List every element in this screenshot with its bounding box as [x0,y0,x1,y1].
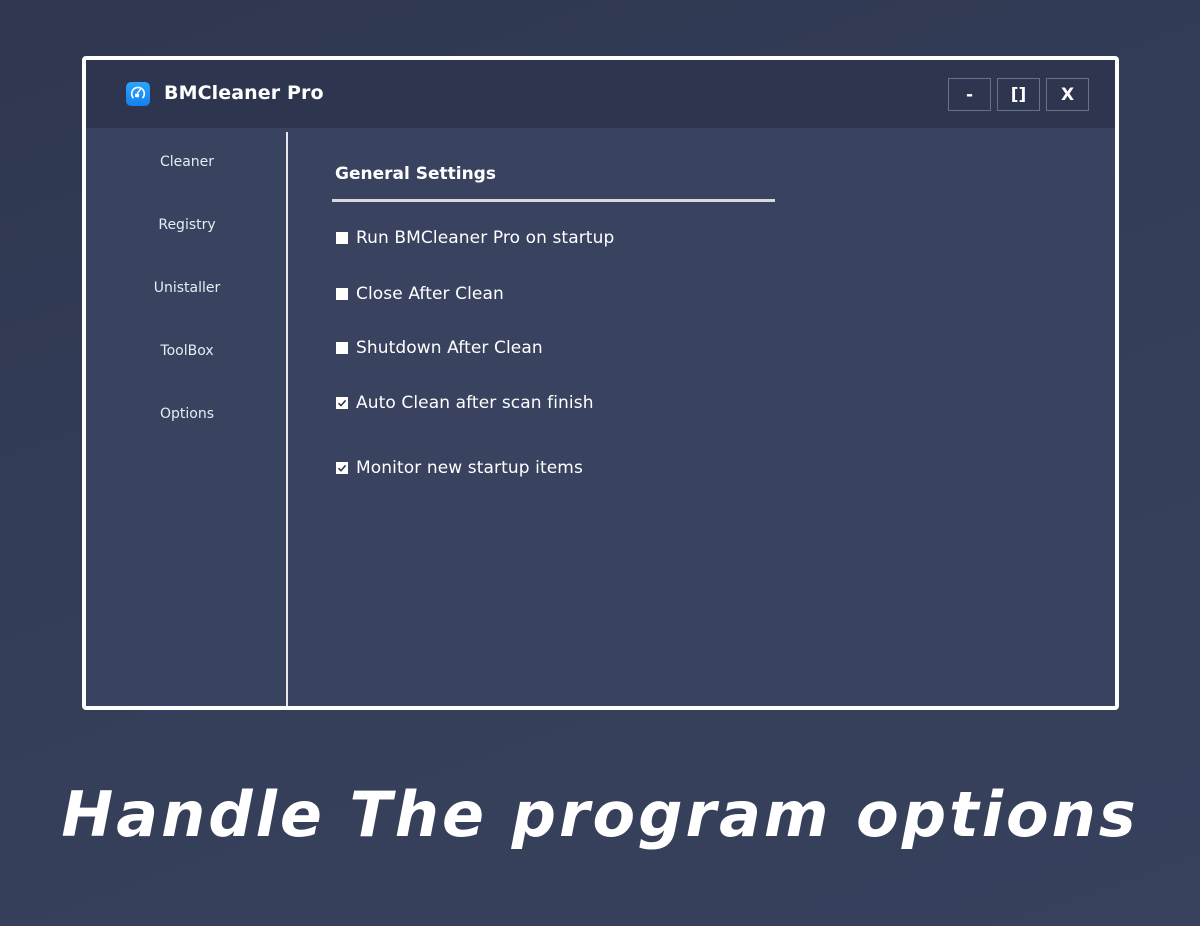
sidebar-item-cleaner[interactable]: Cleaner [88,154,286,170]
checkbox[interactable] [336,397,348,409]
sidebar-item-options[interactable]: Options [88,406,286,422]
minimize-button[interactable]: - [948,78,991,111]
section-title: General Settings [335,164,496,184]
settings-panel: General Settings Run BMCleaner Pro on st… [290,128,1115,706]
checkmark-icon [337,464,347,472]
sidebar-nav: Cleaner Registry Unistaller ToolBox Opti… [88,132,288,706]
close-button[interactable]: X [1046,78,1089,111]
maximize-button[interactable]: [] [997,78,1040,111]
checkmark-icon [337,399,347,407]
option-label: Shutdown After Clean [356,338,543,358]
checkbox[interactable] [336,288,348,300]
option-label: Monitor new startup items [356,458,583,478]
broom-gauge-icon [126,82,150,106]
checkbox[interactable] [336,342,348,354]
section-divider [332,199,775,202]
app-window: BMCleaner Pro - [] X Cleaner Registry Un… [82,56,1119,710]
promo-caption: Handle The program options [61,778,1139,851]
option-label: Run BMCleaner Pro on startup [356,228,615,248]
option-close-after-clean[interactable]: Close After Clean [336,284,504,304]
checkbox[interactable] [336,232,348,244]
option-run-on-startup[interactable]: Run BMCleaner Pro on startup [336,228,614,248]
option-shutdown-after-clean[interactable]: Shutdown After Clean [336,338,543,358]
title-bar[interactable]: BMCleaner Pro - [] X [86,60,1115,128]
option-label: Auto Clean after scan finish [356,393,594,413]
option-label: Close After Clean [356,284,504,304]
sidebar-item-registry[interactable]: Registry [88,217,286,233]
option-monitor-startup[interactable]: Monitor new startup items [336,458,583,478]
checkbox[interactable] [336,462,348,474]
sidebar-item-uninstaller[interactable]: Unistaller [88,280,286,296]
sidebar-item-toolbox[interactable]: ToolBox [88,343,286,359]
app-title: BMCleaner Pro [164,82,324,104]
option-auto-clean[interactable]: Auto Clean after scan finish [336,393,594,413]
